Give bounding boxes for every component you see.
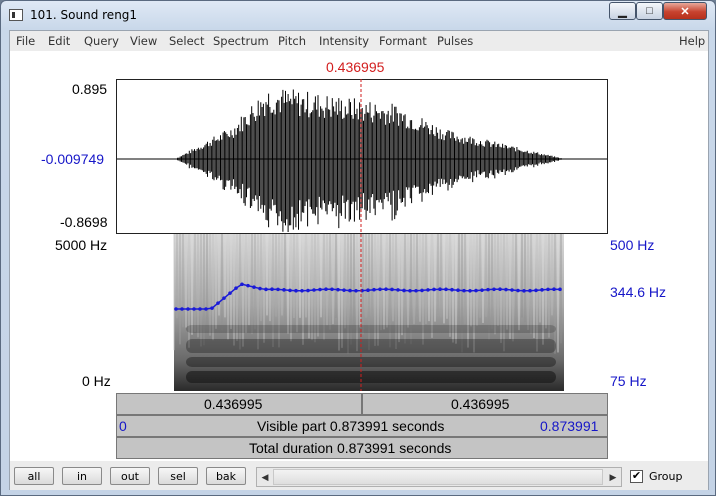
scroll-left-arrow-icon[interactable]: ◀ [258,469,272,485]
visible-part-bar[interactable]: 0 Visible part 0.873991 seconds 0.873991 [116,415,608,437]
menu-select[interactable]: Select [169,34,204,48]
visible-part-text: Visible part 0.873991 seconds [257,418,445,434]
zoom-back-button[interactable]: bak [206,467,246,485]
close-button[interactable]: ✕ [663,2,707,20]
menu-pulses[interactable]: Pulses [437,34,473,48]
total-duration-bar[interactable]: Total duration 0.873991 seconds [116,437,608,459]
menu-formant[interactable]: Formant [379,34,427,48]
scroll-right-arrow-icon[interactable]: ▶ [606,469,620,485]
title-bar[interactable]: 101. Sound reng1 ▁ □ ✕ [1,1,715,29]
selection-left-segment[interactable]: 0.436995 [116,393,362,415]
menu-edit[interactable]: Edit [48,34,70,48]
menu-intensity[interactable]: Intensity [319,34,369,48]
left-segment-duration: 0.436995 [204,396,263,412]
window-title: 101. Sound reng1 [30,8,138,22]
sound-editor-canvas[interactable]: 0.436995 0.895 -0.009749 -0.8698 5000 Hz… [10,51,708,461]
menu-bar: File Edit Query View Select Spectrum Pit… [10,31,708,51]
zoom-in-button[interactable]: in [62,467,102,485]
menu-query[interactable]: Query [84,34,119,48]
menu-spectrum[interactable]: Spectrum [213,34,269,48]
menu-view[interactable]: View [130,34,157,48]
menu-help[interactable]: Help [679,34,705,48]
minimize-button[interactable]: ▁ [609,2,636,20]
zoom-all-button[interactable]: all [14,467,54,485]
scroll-thumb[interactable] [273,469,603,485]
visible-end-time: 0.873991 [540,418,599,434]
group-checkbox[interactable]: ✔ [630,470,643,483]
praat-app-icon [9,9,23,21]
right-segment-duration: 0.436995 [451,396,510,412]
bottom-toolbar: all in out sel bak ◀ ▶ ✔ Group [10,462,708,490]
maximize-button[interactable]: □ [636,2,663,20]
editor-client-area: File Edit Query View Select Spectrum Pit… [9,30,709,490]
total-duration-text: Total duration 0.873991 seconds [249,440,452,456]
menu-file[interactable]: File [16,34,35,48]
zoom-selection-button[interactable]: sel [158,467,198,485]
selection-right-segment[interactable]: 0.436995 [362,393,608,415]
zoom-out-button[interactable]: out [110,467,150,485]
group-label: Group [649,470,683,483]
praat-sound-window: 101. Sound reng1 ▁ □ ✕ File Edit Query V… [0,0,716,496]
menu-pitch[interactable]: Pitch [278,34,306,48]
visible-start-time: 0 [119,418,127,434]
time-scrollbar[interactable]: ◀ ▶ [256,467,622,487]
